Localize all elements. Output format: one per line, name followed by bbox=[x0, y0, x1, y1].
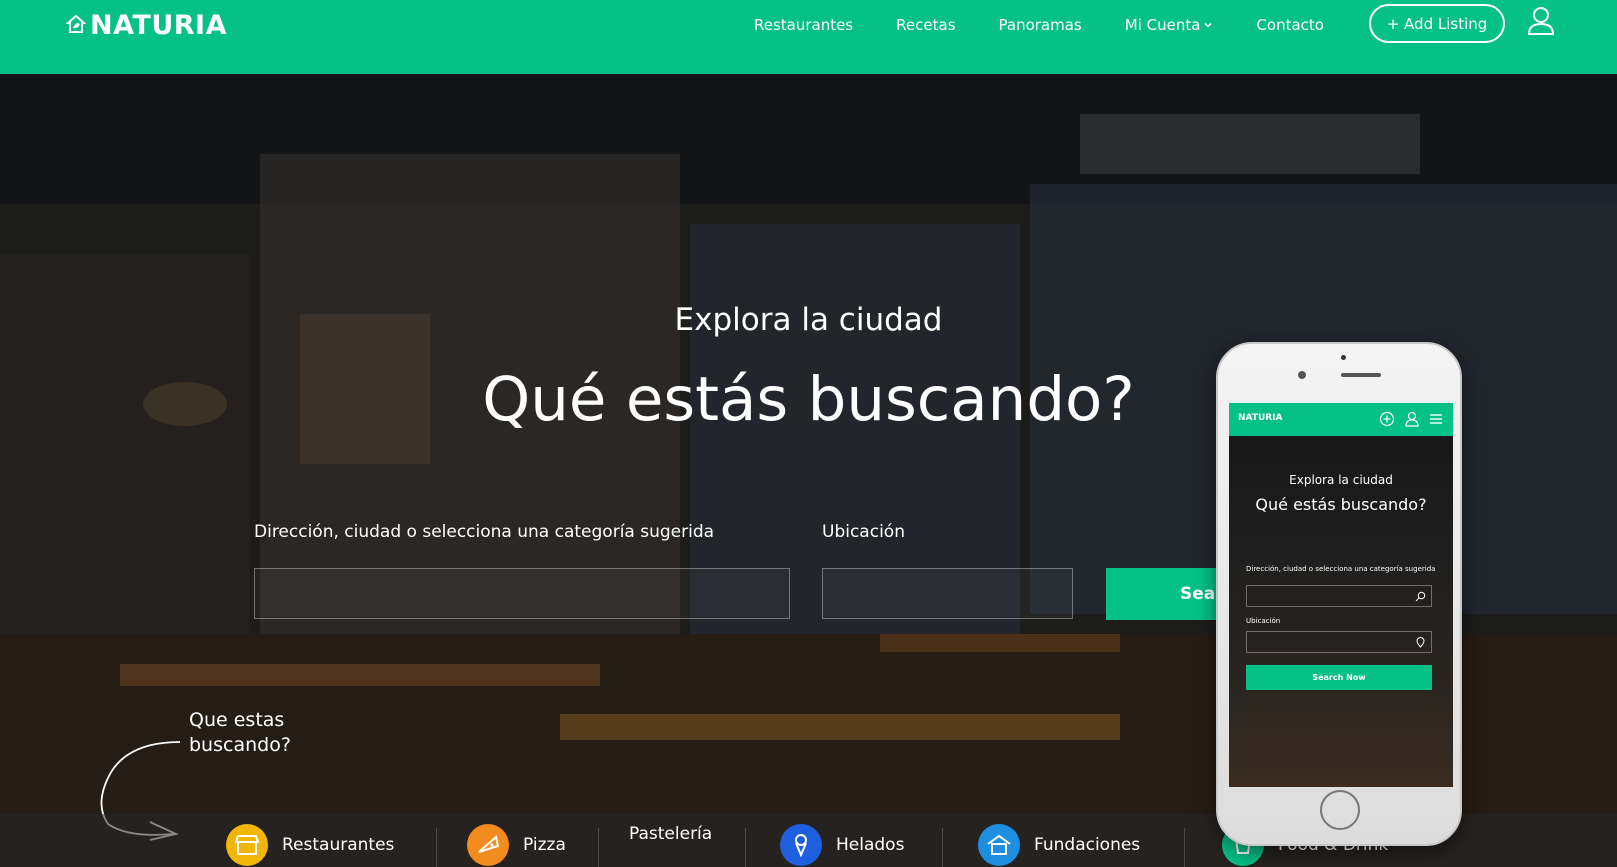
nav-contacto[interactable]: Contacto bbox=[1256, 14, 1324, 36]
location-label: Ubicación bbox=[822, 522, 905, 542]
main-menu: Restaurantes Recetas Panoramas Mi Cuenta… bbox=[754, 14, 1367, 36]
leaf-house-logo-icon bbox=[66, 14, 86, 33]
query-label: Dirección, ciudad o selecciona una categ… bbox=[254, 522, 715, 542]
category-divider bbox=[436, 828, 437, 867]
phone-brand-name: NATURIA bbox=[1238, 413, 1283, 423]
nav-restaurantes[interactable]: Restaurantes bbox=[754, 14, 853, 36]
storefront-icon bbox=[226, 824, 268, 866]
phone-subtitle: Explora la ciudad bbox=[1289, 473, 1393, 487]
user-icon bbox=[1405, 411, 1419, 427]
category-helados[interactable]: Helados bbox=[780, 824, 904, 866]
brand-name: NATURIA bbox=[90, 9, 227, 41]
category-restaurantes[interactable]: Restaurantes bbox=[226, 824, 394, 866]
plus-circle-icon bbox=[1379, 411, 1395, 427]
category-pizza[interactable]: Pizza bbox=[467, 824, 566, 866]
phone-location-input bbox=[1246, 631, 1432, 653]
category-label: Helados bbox=[836, 835, 905, 855]
nav-recetas[interactable]: Recetas bbox=[896, 14, 955, 36]
category-fundaciones[interactable]: Fundaciones bbox=[978, 824, 1140, 866]
category-pasteleria[interactable]: Pastelería bbox=[629, 824, 712, 844]
category-divider bbox=[598, 828, 599, 867]
phone-home-button bbox=[1320, 790, 1360, 830]
search-hint-label: Que estas buscando? bbox=[189, 709, 291, 756]
location-input[interactable] bbox=[822, 568, 1073, 619]
phone-speaker bbox=[1341, 373, 1381, 377]
phone-mockup: NATURIA Explora la ciudad Qué estás busc… bbox=[1216, 342, 1462, 846]
category-divider bbox=[942, 828, 943, 867]
brand-logo[interactable]: NATURIA bbox=[66, 8, 227, 42]
pizza-icon bbox=[467, 824, 509, 866]
category-divider bbox=[1184, 828, 1185, 867]
category-label: Pastelería bbox=[629, 824, 713, 844]
category-label: Pizza bbox=[523, 835, 566, 855]
ice-cream-icon bbox=[780, 824, 822, 866]
search-hint-text: Que estas buscando? bbox=[189, 708, 299, 758]
query-input[interactable] bbox=[254, 568, 790, 619]
map-pin-icon bbox=[1416, 637, 1425, 648]
hero-subtitle: Explora la ciudad bbox=[674, 302, 943, 338]
hamburger-menu-icon bbox=[1430, 414, 1442, 424]
phone-screen: NATURIA Explora la ciudad Qué estás busc… bbox=[1229, 403, 1453, 787]
search-icon bbox=[1415, 591, 1426, 602]
phone-header: NATURIA bbox=[1229, 403, 1453, 436]
category-divider bbox=[745, 828, 746, 867]
category-label: Fundaciones bbox=[1034, 835, 1141, 855]
nav-panoramas[interactable]: Panoramas bbox=[999, 14, 1082, 36]
phone-title: Qué estás buscando? bbox=[1255, 495, 1427, 514]
phone-search-button: Search Now bbox=[1246, 665, 1432, 690]
house-icon bbox=[978, 824, 1020, 866]
phone-location-label: Ubicación bbox=[1246, 617, 1281, 625]
user-icon[interactable] bbox=[1527, 6, 1555, 36]
category-label: Restaurantes bbox=[282, 835, 395, 855]
phone-query-label: Dirección, ciudad o selecciona una categ… bbox=[1246, 565, 1436, 573]
phone-sensor bbox=[1298, 371, 1306, 379]
top-navigation-bar: NATURIA Restaurantes Recetas Panoramas M… bbox=[0, 0, 1617, 74]
chevron-down-icon bbox=[1204, 22, 1212, 28]
phone-query-input bbox=[1246, 585, 1432, 607]
phone-camera bbox=[1341, 355, 1346, 360]
nav-mi-cuenta-label: Mi Cuenta bbox=[1124, 16, 1201, 34]
hero-section: Explora la ciudad Qué estás buscando? Di… bbox=[0, 74, 1617, 867]
add-listing-button[interactable]: + Add Listing bbox=[1369, 4, 1505, 43]
nav-mi-cuenta[interactable]: Mi Cuenta bbox=[1125, 14, 1214, 36]
